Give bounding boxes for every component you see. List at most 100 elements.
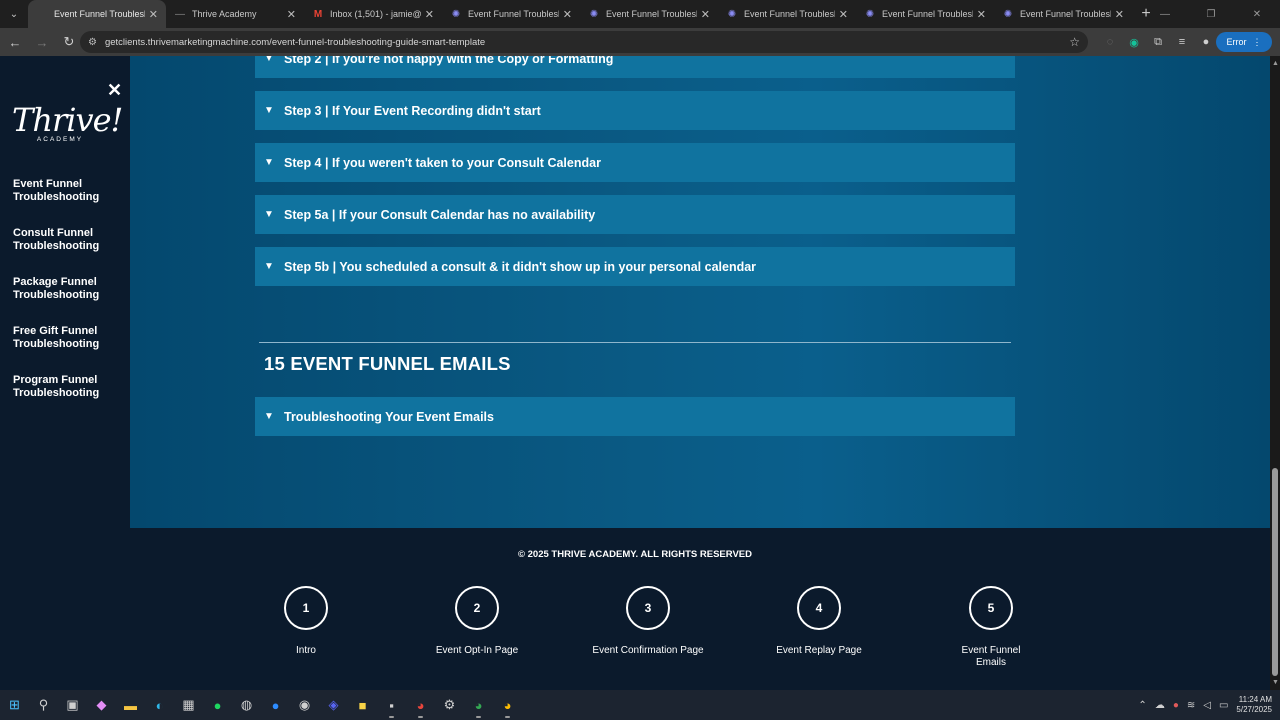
clock[interactable]: 11:24 AM 5/27/2025 <box>1236 695 1272 715</box>
step-number: 4 <box>797 586 841 630</box>
close-icon[interactable]: ✕ <box>425 8 434 21</box>
close-icon[interactable]: ✕ <box>839 8 848 21</box>
chrome-icon[interactable]: ◕ <box>493 690 522 720</box>
browser-tab[interactable]: — Thrive Academy ✕ <box>166 0 304 28</box>
close-icon[interactable]: ✕ <box>287 8 296 21</box>
browser-tab[interactable]: M Inbox (1,501) - jamie@th ✕ <box>304 0 442 28</box>
step-event-opt-in[interactable]: 2 Event Opt-In Page <box>417 586 537 657</box>
accordion-step-4[interactable]: ▼ Step 4 | If you weren't taken to your … <box>255 143 1015 182</box>
close-icon[interactable]: ✕ <box>107 80 122 101</box>
scrollbar-thumb[interactable] <box>1272 468 1278 676</box>
terminal-icon[interactable]: ▪ <box>377 690 406 720</box>
accordion-title: Step 3 | If Your Event Recording didn't … <box>284 103 541 118</box>
step-event-emails[interactable]: 5 Event Funnel Emails <box>931 586 1051 669</box>
cloud-icon[interactable]: ☁ <box>1155 700 1165 711</box>
browser-tab[interactable]: ✺ Event Funnel Troubleshoo ✕ <box>442 0 580 28</box>
accordion-title: Step 5b | You scheduled a consult & it d… <box>284 259 757 274</box>
grammarly-icon[interactable]: ◉ <box>1122 36 1146 49</box>
file-explorer-icon[interactable]: ▬ <box>116 690 145 720</box>
reading-list-icon[interactable]: ≡ <box>1170 36 1194 48</box>
copilot-icon[interactable]: ◆ <box>87 690 116 720</box>
accordion-step-3[interactable]: ▼ Step 3 | If Your Event Recording didn'… <box>255 91 1015 130</box>
discord-icon[interactable]: ◈ <box>319 690 348 720</box>
sticky-notes-icon[interactable]: ■ <box>348 690 377 720</box>
accordion-title: Step 5a | If your Consult Calendar has n… <box>284 207 596 222</box>
url-text[interactable]: getclients.thrivemarketingmachine.com/ev… <box>105 37 485 48</box>
chrome-icon[interactable]: ◕ <box>406 690 435 720</box>
windows-start-icon[interactable]: ⊞ <box>0 690 29 720</box>
spotify-icon[interactable]: ● <box>203 690 232 720</box>
profile-error-button[interactable]: Error ⋮ <box>1216 32 1272 52</box>
step-intro[interactable]: 1 Intro <box>246 586 366 657</box>
kebab-menu-icon: ⋮ <box>1252 36 1262 47</box>
profile-avatar-icon[interactable]: ● <box>1194 36 1218 48</box>
step-event-confirmation[interactable]: 3 Event Confirmation Page <box>588 586 708 657</box>
task-view-icon[interactable]: ▣ <box>58 690 87 720</box>
thrive-academy-logo[interactable]: Thrive! ACADEMY <box>12 102 123 143</box>
step-number: 1 <box>284 586 328 630</box>
tab-title: Event Funnel Troubleshoo <box>606 9 697 19</box>
search-icon[interactable]: ⚲ <box>29 690 58 720</box>
sidebar-item-program-funnel[interactable]: Program Funnel Troubleshooting <box>13 374 123 400</box>
page-icon <box>36 8 48 20</box>
battery-icon[interactable]: ▭ <box>1219 700 1228 711</box>
page-scrollbar[interactable]: ▲ ▼ <box>1270 56 1280 690</box>
edge-icon[interactable]: ◐ <box>145 690 174 720</box>
bookmark-star-icon[interactable]: ☆ <box>1069 35 1080 49</box>
system-tray: ⌃ ☁ ● ≋ ◁ ▭ 11:24 AM 5/27/2025 <box>1138 690 1272 720</box>
reload-icon[interactable]: ↻ <box>57 30 81 54</box>
chrome-icon[interactable]: ◕ <box>464 690 493 720</box>
tab-title: Event Funnel Troubleshoo <box>54 9 145 19</box>
app-d-icon[interactable]: ◍ <box>232 690 261 720</box>
back-icon[interactable]: ← <box>3 30 27 54</box>
funnel-steps-nav: 1 Intro 2 Event Opt-In Page 3 Event Conf… <box>0 586 1270 690</box>
loading-icon[interactable]: ◌ <box>1098 36 1122 48</box>
gear-flower-icon: ✺ <box>589 8 599 20</box>
accordion-event-emails[interactable]: ▼ Troubleshooting Your Event Emails <box>255 397 1015 436</box>
microphone-icon[interactable]: ● <box>1173 700 1179 711</box>
steam-icon[interactable]: ◉ <box>290 690 319 720</box>
profile-error-label: Error <box>1226 37 1247 47</box>
tab-title: Event Funnel Troubleshoo <box>882 9 973 19</box>
accordion-step-5b[interactable]: ▼ Step 5b | You scheduled a consult & it… <box>255 247 1015 286</box>
close-icon[interactable]: ✕ <box>701 8 710 21</box>
address-bar[interactable]: ⚙ getclients.thrivemarketingmachine.com/… <box>80 31 1088 53</box>
scroll-down-icon[interactable]: ▼ <box>1272 679 1279 686</box>
browser-toolbar: ← → ↻ ⚙ getclients.thrivemarketingmachin… <box>0 28 1280 56</box>
close-icon[interactable]: ✕ <box>149 8 158 21</box>
browser-tab[interactable]: ✺ Event Funnel Troubleshoo ✕ <box>856 0 994 28</box>
close-icon[interactable]: ✕ <box>1115 8 1124 21</box>
close-icon[interactable]: ✕ <box>977 8 986 21</box>
chevron-up-icon[interactable]: ⌃ <box>1138 700 1146 711</box>
wifi-icon[interactable]: ≋ <box>1187 700 1195 711</box>
browser-tab[interactable]: ✺ Event Funnel Troubleshoo ✕ <box>994 0 1132 28</box>
zoom-icon[interactable]: ● <box>261 690 290 720</box>
browser-tab[interactable]: ✺ Event Funnel Troubleshoo ✕ <box>580 0 718 28</box>
scroll-up-icon[interactable]: ▲ <box>1272 60 1279 67</box>
site-info-icon[interactable]: ⚙ <box>88 37 97 48</box>
accordion-step-2[interactable]: ▼ Step 2 | If you're not happy with the … <box>255 56 1015 78</box>
store-icon[interactable]: ▦ <box>174 690 203 720</box>
browser-tab[interactable]: ✺ Event Funnel Troubleshoo ✕ <box>718 0 856 28</box>
forward-icon[interactable]: → <box>30 30 54 54</box>
volume-icon[interactable]: ◁ <box>1203 700 1211 711</box>
tab-search-icon[interactable]: ⌄ <box>0 0 28 28</box>
accordion-step-5a[interactable]: ▼ Step 5a | If your Consult Calendar has… <box>255 195 1015 234</box>
sidebar-item-free-gift-funnel[interactable]: Free Gift Funnel Troubleshooting <box>13 325 123 351</box>
close-icon[interactable]: ✕ <box>563 8 572 21</box>
sidebar-item-consult-funnel[interactable]: Consult Funnel Troubleshooting <box>13 227 123 253</box>
step-number: 2 <box>455 586 499 630</box>
sidebar-item-package-funnel[interactable]: Package Funnel Troubleshooting <box>13 276 123 302</box>
tab-title: Event Funnel Troubleshoo <box>744 9 835 19</box>
step-event-replay[interactable]: 4 Event Replay Page <box>759 586 879 657</box>
restore-icon[interactable]: ❐ <box>1188 0 1234 28</box>
sidebar-item-event-funnel[interactable]: Event Funnel Troubleshooting <box>13 178 123 204</box>
minimize-icon[interactable]: — <box>1142 0 1188 28</box>
close-window-icon[interactable]: ✕ <box>1234 0 1280 28</box>
chevron-down-icon: ▼ <box>264 261 274 272</box>
step-label: Event Funnel Emails <box>961 645 1021 668</box>
browser-tab[interactable]: Event Funnel Troubleshoo ✕ <box>28 0 166 28</box>
accordion-title: Troubleshooting Your Event Emails <box>284 409 494 424</box>
extensions-puzzle-icon[interactable]: ⧉ <box>1146 36 1170 49</box>
settings-icon[interactable]: ⚙ <box>435 690 464 720</box>
